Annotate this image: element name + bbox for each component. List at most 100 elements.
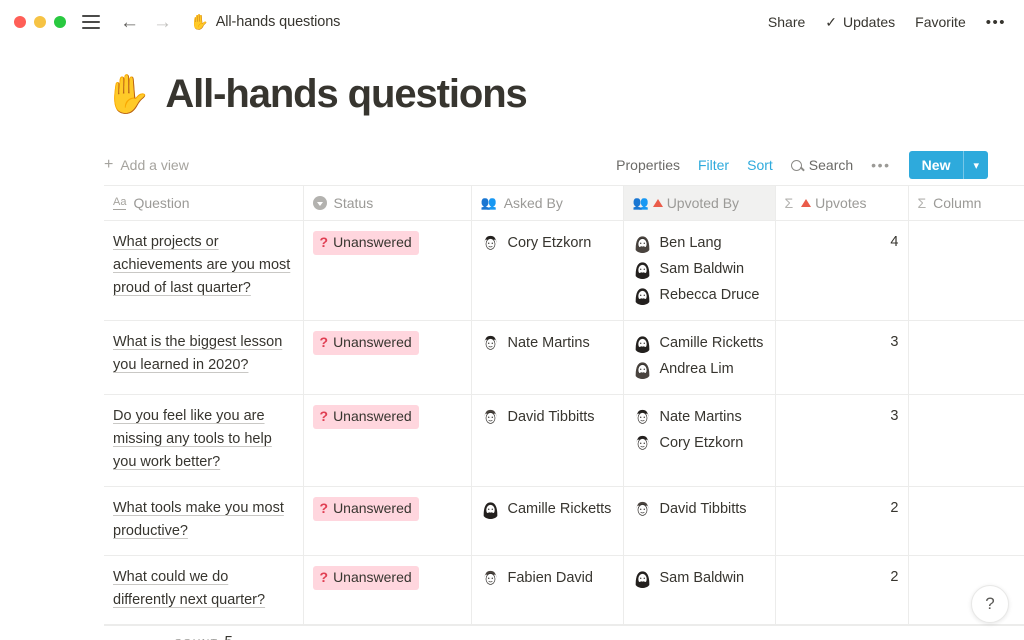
sort-ascending-icon [652,199,663,207]
person-chip[interactable]: Rebecca Druce [632,283,766,308]
view-more-icon[interactable]: ••• [871,157,891,173]
search-button[interactable]: Search [790,157,853,173]
column-header-upvotes[interactable]: Σ Upvotes [775,185,909,221]
page-title[interactable]: All-hands questions [165,72,527,117]
share-button[interactable]: Share [768,14,805,30]
cell-column[interactable] [908,220,1024,321]
close-window-button[interactable] [14,16,26,28]
cell-question[interactable]: What tools make you most productive? [104,486,304,556]
cell-upvoted-by[interactable]: David Tibbitts [623,486,776,556]
person-chip[interactable]: Camille Ricketts [632,331,766,356]
status-badge: ? Unanswered [312,497,419,521]
minimize-window-button[interactable] [34,16,46,28]
cell-column[interactable] [908,555,1024,625]
status-badge: ? Unanswered [312,405,419,429]
chevron-down-icon[interactable]: ▾ [964,151,988,179]
sort-button[interactable]: Sort [747,157,773,173]
cell-upvotes[interactable]: 2 [775,486,909,556]
table-row[interactable]: Do you feel like you are missing any too… [104,394,1024,487]
question-text[interactable]: What tools make you most productive? [113,500,284,539]
avatar [632,569,652,588]
question-text[interactable]: What could we do differently next quarte… [113,569,265,608]
column-header-column[interactable]: Σ Column [908,185,1024,221]
add-view-button[interactable]: + Add a view [104,157,189,174]
more-options-icon[interactable]: ••• [986,14,1006,31]
table-body: What projects or achievements are you mo… [104,220,1024,625]
person-chip[interactable]: Andrea Lim [632,357,766,382]
person-chip[interactable]: Ben Lang [632,231,766,256]
cell-column[interactable] [908,486,1024,556]
favorite-button[interactable]: Favorite [915,14,966,30]
cell-question[interactable]: What is the biggest lesson you learned i… [104,320,304,395]
cell-upvotes[interactable]: 3 [775,320,909,395]
filter-button[interactable]: Filter [698,157,729,173]
maximize-window-button[interactable] [54,16,66,28]
column-header-status[interactable]: Status [303,185,472,221]
new-button[interactable]: New ▾ [908,151,988,179]
person-icon: 👥 [632,195,649,210]
cell-status[interactable]: ? Unanswered [303,220,472,321]
person-name: Ben Lang [659,235,722,251]
cell-status[interactable]: ? Unanswered [303,555,472,625]
column-header-label: Upvoted By [666,195,740,211]
avatar [480,234,500,253]
person-chip[interactable]: Nate Martins [480,331,614,356]
question-text[interactable]: Do you feel like you are missing any too… [113,408,272,470]
cell-question[interactable]: Do you feel like you are missing any too… [104,394,304,487]
person-chip[interactable]: Sam Baldwin [632,257,766,282]
column-header-asked-by[interactable]: 👥 Asked By [471,185,624,221]
table-row[interactable]: What is the biggest lesson you learned i… [104,320,1024,395]
back-arrow-icon[interactable]: ← [120,13,139,32]
question-text[interactable]: What projects or achievements are you mo… [113,234,290,296]
count-value: 5 [225,633,233,640]
updates-button[interactable]: ✓ Updates [825,14,895,31]
cell-asked-by[interactable]: Nate Martins [471,320,624,395]
cell-status[interactable]: ? Unanswered [303,486,472,556]
person-chip[interactable]: Cory Etzkorn [480,231,614,256]
forward-arrow-icon[interactable]: → [153,13,172,32]
cell-upvotes[interactable]: 2 [775,555,909,625]
column-header-question[interactable]: Aa Question [104,185,304,221]
cell-column[interactable] [908,320,1024,395]
status-marker: ? [319,408,329,424]
person-chip[interactable]: David Tibbitts [480,405,614,430]
cell-upvotes[interactable]: 4 [775,220,909,321]
cell-asked-by[interactable]: Cory Etzkorn [471,220,624,321]
person-chip[interactable]: Sam Baldwin [632,566,766,591]
cell-upvoted-by[interactable]: Ben Lang Sam Baldwin Rebecca Druce [623,220,776,321]
cell-asked-by[interactable]: David Tibbitts [471,394,624,487]
person-chip[interactable]: Camille Ricketts [480,497,614,522]
table-header-row: Aa Question Status 👥 Asked By 👥 Upvoted … [104,185,1024,221]
breadcrumb[interactable]: All-hands questions [216,14,341,30]
cell-status[interactable]: ? Unanswered [303,320,472,395]
question-text[interactable]: What is the biggest lesson you learned i… [113,334,282,373]
person-chip[interactable]: Cory Etzkorn [632,431,766,456]
cell-asked-by[interactable]: Camille Ricketts [471,486,624,556]
person-chip[interactable]: Nate Martins [632,405,766,430]
cell-asked-by[interactable]: Fabien David [471,555,624,625]
cell-question[interactable]: What projects or achievements are you mo… [104,220,304,321]
table-row[interactable]: What projects or achievements are you mo… [104,220,1024,321]
cell-upvoted-by[interactable]: Nate Martins Cory Etzkorn [623,394,776,487]
count-summary[interactable]: COUNT 5 [104,633,303,640]
sidebar-toggle-icon[interactable] [82,15,100,29]
cell-column[interactable] [908,394,1024,487]
cell-status[interactable]: ? Unanswered [303,394,472,487]
cell-upvotes[interactable]: 3 [775,394,909,487]
table-row[interactable]: What could we do differently next quarte… [104,555,1024,625]
properties-button[interactable]: Properties [616,157,680,173]
help-button[interactable]: ? [971,585,1009,623]
cell-upvoted-by[interactable]: Camille Ricketts Andrea Lim [623,320,776,395]
add-view-label: Add a view [120,157,189,173]
page-emoji-icon[interactable]: ✋ [104,76,151,114]
check-icon: ✓ [825,13,837,30]
column-header-upvoted-by[interactable]: 👥 Upvoted By [623,185,776,221]
cell-question[interactable]: What could we do differently next quarte… [104,555,304,625]
status-badge: ? Unanswered [312,231,419,255]
person-chip[interactable]: David Tibbitts [632,497,766,522]
person-chip[interactable]: Fabien David [480,566,614,591]
table-row[interactable]: What tools make you most productive? ? Una… [104,486,1024,556]
column-header-label: Status [333,195,374,211]
updates-label: Updates [843,14,896,30]
cell-upvoted-by[interactable]: Sam Baldwin [623,555,776,625]
